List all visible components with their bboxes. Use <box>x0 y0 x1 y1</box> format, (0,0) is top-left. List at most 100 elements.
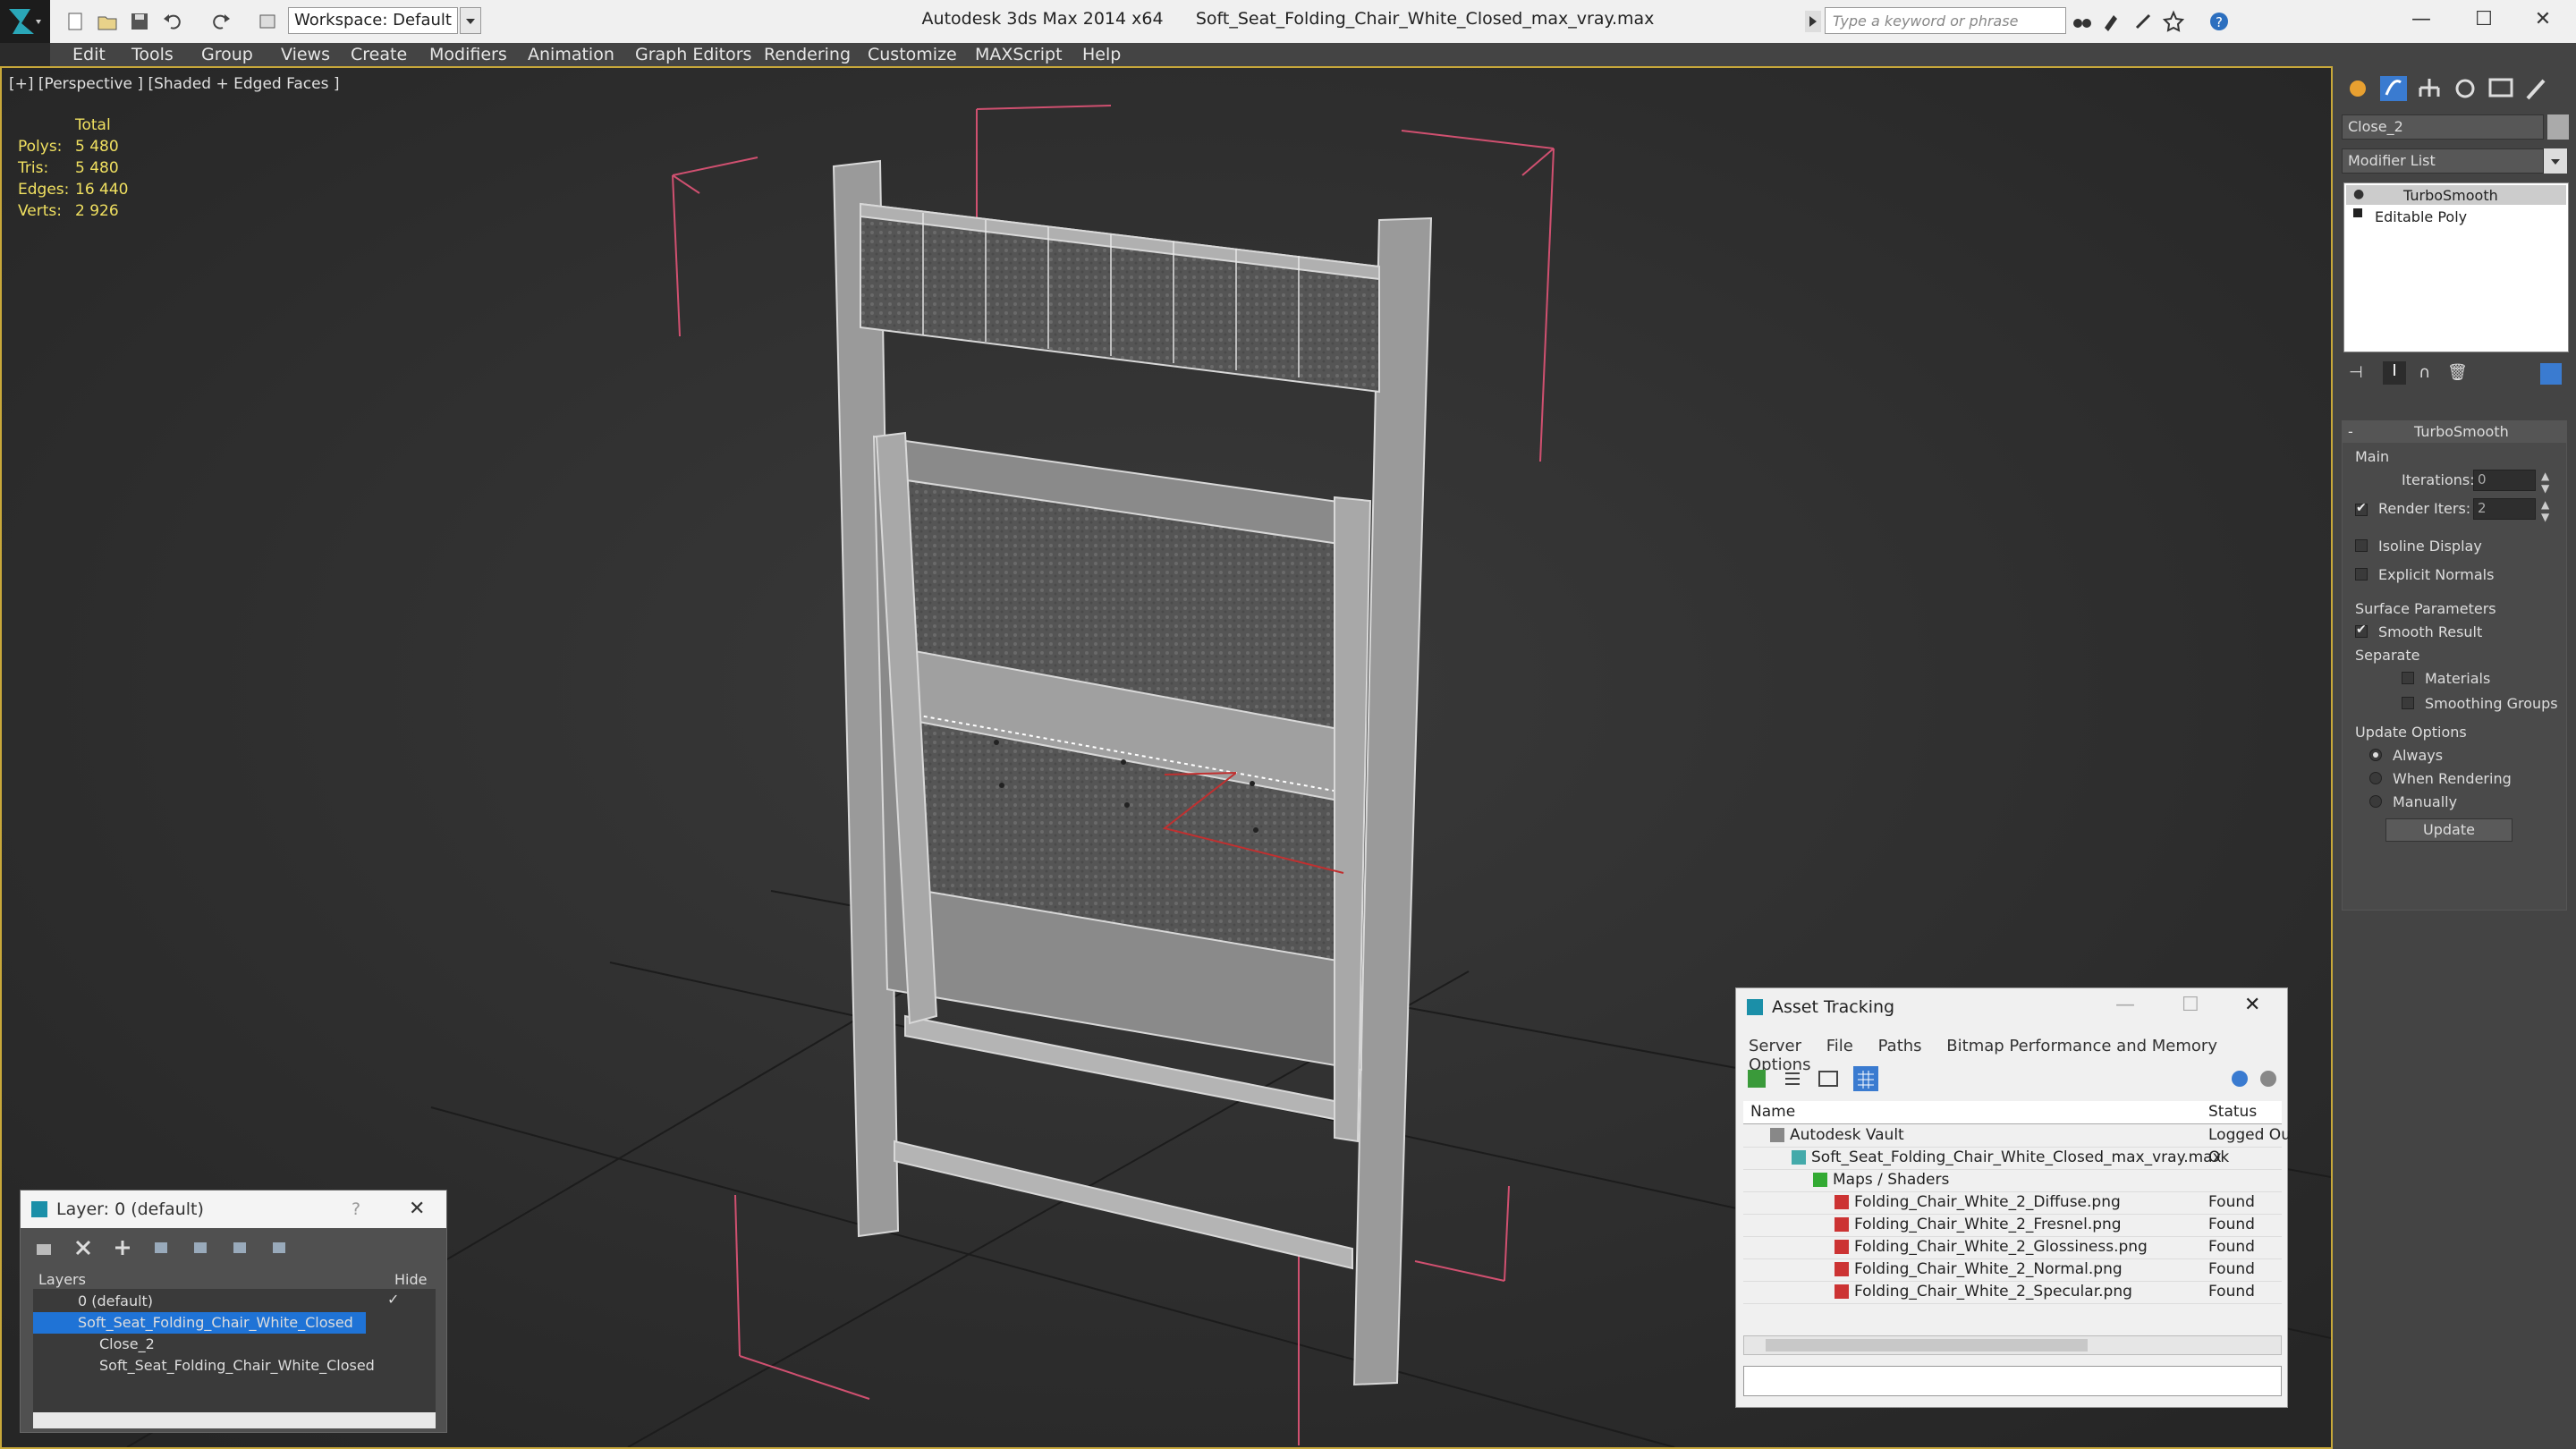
menu-tools[interactable]: Tools <box>131 44 174 65</box>
help-icon[interactable]: ? <box>352 1199 360 1219</box>
when-rendering-radio[interactable] <box>2369 772 2382 784</box>
menu-file[interactable]: File <box>1826 1037 1853 1055</box>
asset-tracking-window[interactable]: Asset Tracking — ☐ ✕ Server File Paths B… <box>1735 987 2291 1408</box>
new-file-icon[interactable] <box>63 9 88 34</box>
asset-row[interactable]: Folding_Chair_White_2_Normal.png Found <box>1743 1258 2282 1282</box>
isoline-display-checkbox[interactable] <box>2355 539 2368 552</box>
column-hide[interactable]: Hide <box>394 1271 427 1288</box>
menu-server[interactable]: Server <box>1749 1037 1801 1055</box>
materials-checkbox[interactable] <box>2402 672 2414 684</box>
asset-row[interactable]: Folding_Chair_White_2_Glossiness.png Foun… <box>1743 1236 2282 1259</box>
grid-view-icon[interactable] <box>1852 1065 1879 1092</box>
layer-new-icon[interactable] <box>33 1237 56 1258</box>
asset-row[interactable]: Maps / Shaders <box>1743 1169 2282 1192</box>
set-current-layer-icon[interactable] <box>230 1237 253 1258</box>
object-color-swatch[interactable] <box>2547 114 2569 140</box>
lightbulb-icon[interactable]: ● <box>2353 187 2364 201</box>
perspective-viewport[interactable]: [+] [Perspective ] [Shaded + Edged Faces… <box>0 66 2333 1449</box>
freeze-layer-icon[interactable] <box>269 1237 292 1258</box>
stack-item-turbosmooth[interactable]: ● TurboSmooth <box>2346 185 2566 205</box>
table-view-icon[interactable] <box>1817 1067 1840 1090</box>
maximize-icon[interactable]: ☐ <box>2453 0 2515 39</box>
asset-row[interactable]: Autodesk Vault Logged Ou <box>1743 1124 2291 1148</box>
save-file-icon[interactable] <box>127 9 152 34</box>
collapse-icon[interactable]: - <box>2348 423 2353 440</box>
chevron-down-icon[interactable] <box>460 7 481 34</box>
menu-graph-editors[interactable]: Graph Editors <box>635 44 751 65</box>
column-layers[interactable]: Layers <box>38 1271 86 1288</box>
open-file-icon[interactable] <box>95 9 120 34</box>
spinner-arrows-icon[interactable]: ▲ ▼ <box>2541 498 2549 523</box>
remove-modifier-icon[interactable]: 🗑 <box>2447 363 2468 382</box>
iterations-spinner[interactable]: 0 <box>2473 470 2536 491</box>
checkmark-icon[interactable]: ✓ <box>387 1291 399 1308</box>
redo-icon[interactable] <box>208 9 233 34</box>
menu-paths[interactable]: Paths <box>1878 1037 1922 1055</box>
layer-row[interactable]: Close_2 <box>33 1334 436 1355</box>
layer-row-selected[interactable]: Soft_Seat_Folding_Chair_White_Closed <box>33 1312 366 1334</box>
pin-stack-icon[interactable]: ⊣ <box>2349 363 2363 382</box>
close-icon[interactable]: ✕ <box>2244 994 2260 1016</box>
star-icon[interactable] <box>2161 9 2186 34</box>
refresh-icon[interactable] <box>1745 1067 1768 1090</box>
workspace-select[interactable]: Workspace: Default <box>288 7 458 34</box>
menu-animation[interactable]: Animation <box>528 44 614 65</box>
asset-row[interactable]: Folding_Chair_White_2_Diffuse.png Found <box>1743 1191 2282 1215</box>
asset-window-titlebar[interactable]: Asset Tracking — ☐ ✕ <box>1736 988 2287 1026</box>
viewport-label[interactable]: [+] [Perspective ] [Shaded + Edged Faces… <box>9 75 339 93</box>
modifier-stack[interactable]: ● TurboSmooth Editable Poly <box>2343 182 2569 352</box>
always-radio[interactable] <box>2369 749 2382 761</box>
horizontal-scrollbar[interactable] <box>1743 1335 2282 1355</box>
menu-help[interactable]: Help <box>1082 44 1121 65</box>
menu-modifiers[interactable]: Modifiers <box>429 44 507 65</box>
column-status[interactable]: Status <box>2208 1103 2257 1121</box>
menu-bitmap-performance[interactable]: Bitmap Performance and Memory <box>1946 1037 2217 1055</box>
menu-edit[interactable]: Edit <box>72 44 106 65</box>
expand-icon[interactable] <box>2353 208 2362 217</box>
motion-tab-icon[interactable] <box>2449 73 2481 104</box>
asset-row[interactable]: Folding_Chair_White_2_Fresnel.png Found <box>1743 1214 2282 1237</box>
menu-maxscript[interactable]: MAXScript <box>975 44 1063 65</box>
chevron-down-icon[interactable] <box>2544 148 2567 174</box>
configure-modifier-sets-icon[interactable] <box>2540 363 2562 385</box>
communication-icon[interactable] <box>2131 9 2156 34</box>
modify-tab-icon[interactable] <box>2377 73 2410 104</box>
binoculars-icon[interactable] <box>2070 9 2095 34</box>
search-expand-icon[interactable] <box>1805 11 1821 32</box>
menu-group[interactable]: Group <box>201 44 253 65</box>
hierarchy-tab-icon[interactable] <box>2413 73 2445 104</box>
horizontal-scrollbar[interactable] <box>33 1412 436 1428</box>
menu-customize[interactable]: Customize <box>868 44 957 65</box>
utilities-tab-icon[interactable] <box>2521 73 2553 104</box>
update-button[interactable]: Update <box>2385 818 2512 842</box>
subscription-icon[interactable] <box>2100 9 2125 34</box>
search-input[interactable]: Type a keyword or phrase <box>1825 7 2066 34</box>
stack-item-editable-poly[interactable]: Editable Poly <box>2346 207 2566 226</box>
spinner-arrows-icon[interactable]: ▲ ▼ <box>2541 470 2549 495</box>
select-objects-icon[interactable] <box>151 1237 174 1258</box>
make-unique-icon[interactable]: ∩ <box>2419 363 2430 382</box>
maximize-icon[interactable]: ☐ <box>2182 994 2199 1016</box>
show-end-result-icon[interactable]: I <box>2383 361 2406 385</box>
menu-views[interactable]: Views <box>281 44 330 65</box>
render-iters-spinner[interactable]: 2 <box>2473 498 2536 520</box>
asset-row[interactable]: Soft_Seat_Folding_Chair_White_Closed_max… <box>1743 1147 2282 1170</box>
menu-create[interactable]: Create <box>351 44 407 65</box>
scrollbar-thumb[interactable] <box>1766 1339 2088 1352</box>
rollout-header[interactable]: - TurboSmooth <box>2343 421 2566 443</box>
manually-radio[interactable] <box>2369 795 2382 808</box>
layer-window-titlebar[interactable]: Layer: 0 (default) ? ✕ <box>21 1191 446 1228</box>
asset-row[interactable]: Folding_Chair_White_2_Specular.png Found <box>1743 1281 2282 1304</box>
app-logo-icon[interactable] <box>0 0 50 43</box>
undo-icon[interactable] <box>161 9 186 34</box>
modifier-list-dropdown[interactable]: Modifier List <box>2342 148 2544 174</box>
help-icon[interactable] <box>2228 1067 2251 1090</box>
path-field[interactable] <box>1743 1366 2282 1396</box>
layer-row[interactable]: 0 (default) ✓ <box>33 1291 436 1312</box>
minimize-icon[interactable]: — <box>2390 0 2453 39</box>
explicit-normals-checkbox[interactable] <box>2355 568 2368 580</box>
display-tab-icon[interactable] <box>2485 73 2517 104</box>
settings-icon[interactable] <box>2257 1067 2280 1090</box>
layer-window[interactable]: Layer: 0 (default) ? ✕ Layers Hide 0 (de… <box>20 1190 447 1433</box>
select-layer-icon[interactable] <box>191 1237 214 1258</box>
